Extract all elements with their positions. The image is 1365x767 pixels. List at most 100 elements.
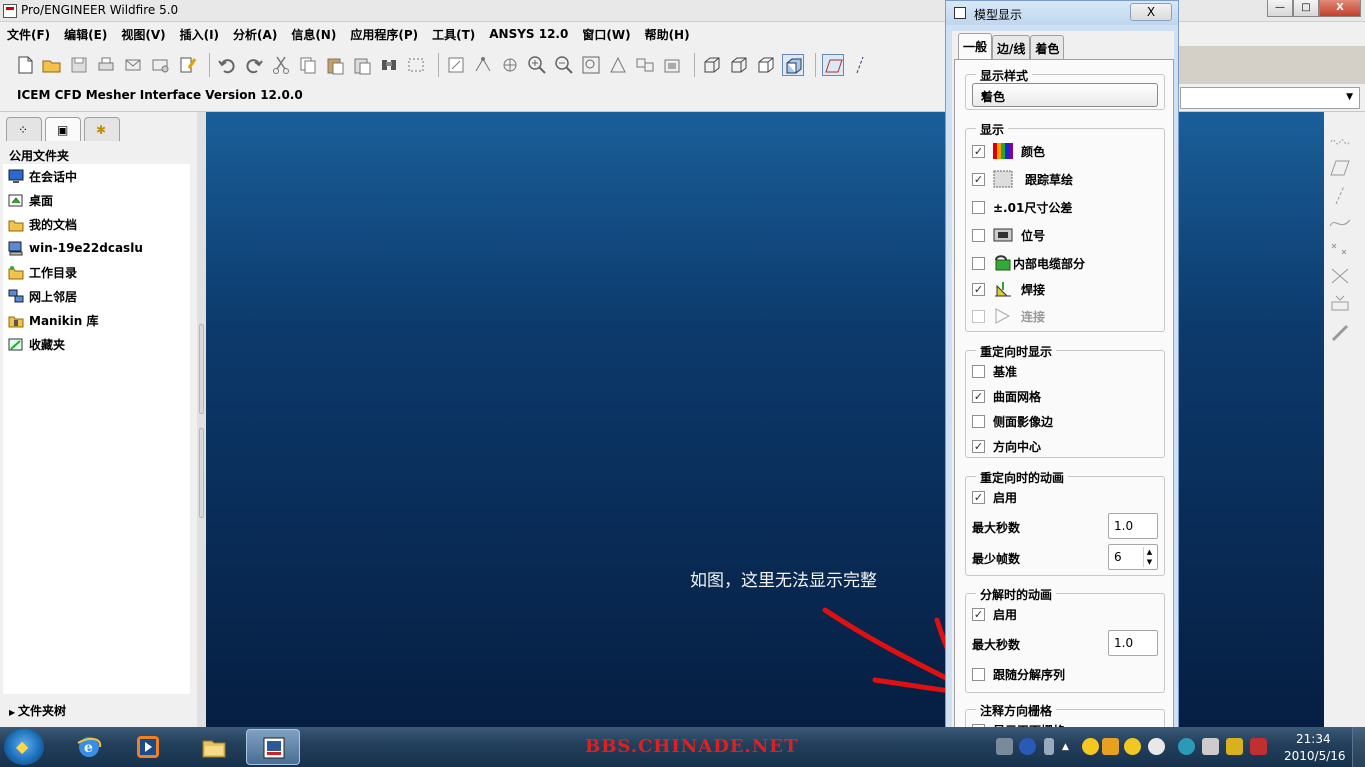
copy-icon[interactable] xyxy=(297,54,319,76)
dim-tolerance-checkbox[interactable] xyxy=(972,200,985,214)
ref-designator-checkbox[interactable] xyxy=(972,228,985,242)
open-folder-icon[interactable] xyxy=(41,54,63,76)
option-trace-sketch[interactable]: ✓ 跟踪草绘 xyxy=(972,169,1073,189)
panda-icon[interactable] xyxy=(1148,738,1165,755)
connection-checkbox[interactable] xyxy=(972,309,985,323)
zoom-in-icon[interactable] xyxy=(526,54,548,76)
help-icon[interactable] xyxy=(1019,738,1036,755)
option-dim-tolerance[interactable]: ±.01尺寸公差 xyxy=(972,197,1072,217)
splitter-grip[interactable] xyxy=(199,428,204,518)
mail-attach-icon[interactable] xyxy=(149,54,171,76)
warning-icon[interactable] xyxy=(1102,738,1119,755)
follow-sequence-checkbox[interactable] xyxy=(972,667,985,681)
paste-special-icon[interactable] xyxy=(351,54,373,76)
folder-item[interactable]: win-19e22dcaslu xyxy=(3,236,190,260)
spin-arrows-icon[interactable]: ▲ ▼ xyxy=(1143,547,1155,567)
option-follow-explode-sequence[interactable]: 跟随分解序列 xyxy=(972,664,1065,684)
explode-anim-enable-checkbox[interactable]: ✓ xyxy=(972,607,985,621)
surface-mesh-checkbox[interactable]: ✓ xyxy=(972,389,985,403)
shading-icon[interactable] xyxy=(782,54,804,76)
save-icon[interactable] xyxy=(68,54,90,76)
option-connection[interactable]: 连接 xyxy=(972,306,1045,326)
axis-icon[interactable] xyxy=(1328,184,1352,206)
zoom-out-icon[interactable] xyxy=(553,54,575,76)
sketch-icon[interactable] xyxy=(445,54,467,76)
datum-planes-icon[interactable] xyxy=(822,54,844,76)
device-icon[interactable] xyxy=(1202,738,1219,755)
panel-splitter[interactable] xyxy=(197,112,206,727)
volume-muted-icon[interactable] xyxy=(1250,738,1267,755)
weld-checkbox[interactable]: ✓ xyxy=(972,282,985,296)
print-icon[interactable] xyxy=(95,54,117,76)
option-internal-cable[interactable]: 内部电缆部分 xyxy=(972,253,1085,273)
menu-insert[interactable]: 插入(I) xyxy=(180,26,219,43)
analysis-icon[interactable] xyxy=(1328,292,1352,314)
taskbar-explorer[interactable] xyxy=(187,729,241,765)
reorient-icon[interactable] xyxy=(607,54,629,76)
internal-cable-checkbox[interactable] xyxy=(972,256,985,270)
option-orientation-center[interactable]: ✓ 方向中心 xyxy=(972,436,1041,456)
saved-views-icon[interactable] xyxy=(634,54,656,76)
menu-ansys[interactable]: ANSYS 12.0 xyxy=(489,27,568,41)
dialog-close-button[interactable]: X xyxy=(1130,3,1172,21)
filter-combo[interactable]: ▼ xyxy=(1180,87,1360,109)
refit-icon[interactable] xyxy=(580,54,602,76)
model-tree-tab[interactable]: ⁘ xyxy=(6,117,42,141)
layers-icon[interactable] xyxy=(661,54,683,76)
folder-item[interactable]: Manikin 库 xyxy=(3,308,190,332)
paste-icon[interactable] xyxy=(324,54,346,76)
favorites-tab[interactable]: ✱ xyxy=(84,117,120,141)
wireframe-icon[interactable] xyxy=(701,54,723,76)
link-icon[interactable] xyxy=(1328,322,1352,344)
option-ref-designator[interactable]: 位号 xyxy=(972,225,1045,245)
menu-info[interactable]: 信息(N) xyxy=(291,26,336,43)
folder-item[interactable]: 网上邻居 xyxy=(3,284,190,308)
datum-display-icon[interactable] xyxy=(472,54,494,76)
folder-item[interactable]: 收藏夹 xyxy=(3,332,190,356)
find-icon[interactable] xyxy=(378,54,400,76)
max-seconds-input[interactable]: 1.0 xyxy=(1108,513,1158,539)
option-weld[interactable]: ✓ 焊接 xyxy=(972,279,1045,299)
maximize-button[interactable]: □ xyxy=(1293,0,1319,17)
new-file-icon[interactable] xyxy=(14,54,36,76)
taskbar-internet-explorer[interactable]: e xyxy=(62,729,116,765)
redo-icon[interactable] xyxy=(243,54,265,76)
tab-shading[interactable]: 着色 xyxy=(1030,35,1065,59)
cut-icon[interactable] xyxy=(270,54,292,76)
colors-checkbox[interactable]: ✓ xyxy=(972,144,985,158)
clock-time[interactable]: 21:34 xyxy=(1296,732,1331,746)
plane-icon[interactable] xyxy=(1328,157,1352,179)
splitter-grip[interactable] xyxy=(199,324,204,414)
menu-tools[interactable]: 工具(T) xyxy=(432,26,475,43)
tab-edges-lines[interactable]: 边/线 xyxy=(992,35,1031,59)
send-mail-icon[interactable] xyxy=(122,54,144,76)
menu-help[interactable]: 帮助(H) xyxy=(645,26,690,43)
folder-item[interactable]: 我的文档 xyxy=(3,212,190,236)
spin-center-icon[interactable] xyxy=(499,54,521,76)
point-icon[interactable] xyxy=(1328,238,1352,260)
trace-sketch-checkbox[interactable]: ✓ xyxy=(972,172,985,186)
tab-general[interactable]: 一般 xyxy=(958,33,993,59)
menu-edit[interactable]: 编辑(E) xyxy=(64,26,107,43)
folder-tree-toggle[interactable]: ▶ 文件夹树 xyxy=(9,702,66,719)
orientation-center-checkbox[interactable]: ✓ xyxy=(972,439,985,453)
minimize-button[interactable]: — xyxy=(1267,0,1293,17)
datum-axes-icon[interactable] xyxy=(849,54,871,76)
show-desktop-button[interactable] xyxy=(1352,727,1365,767)
folder-item[interactable]: 在会话中 xyxy=(3,164,190,188)
taskbar-proengineer[interactable] xyxy=(246,729,300,765)
datum-plane-tool-icon[interactable] xyxy=(1328,130,1352,152)
start-button[interactable] xyxy=(4,729,44,765)
qq-icon[interactable] xyxy=(1124,738,1141,755)
explode-max-seconds-input[interactable]: 1.0 xyxy=(1108,630,1158,656)
folder-item[interactable]: 工作目录 xyxy=(3,260,190,284)
pin-icon[interactable] xyxy=(1044,738,1054,755)
regenerate-icon[interactable] xyxy=(176,54,198,76)
folder-item[interactable]: 桌面 xyxy=(3,188,190,212)
display-style-select[interactable]: 着色 ▼ xyxy=(972,83,1158,107)
menu-view[interactable]: 视图(V) xyxy=(121,26,165,43)
chevron-up-icon[interactable]: ▲ xyxy=(1062,742,1072,752)
security-icon[interactable] xyxy=(1178,738,1195,755)
taskbar-media-player[interactable] xyxy=(121,729,175,765)
datums-checkbox[interactable] xyxy=(972,364,985,378)
